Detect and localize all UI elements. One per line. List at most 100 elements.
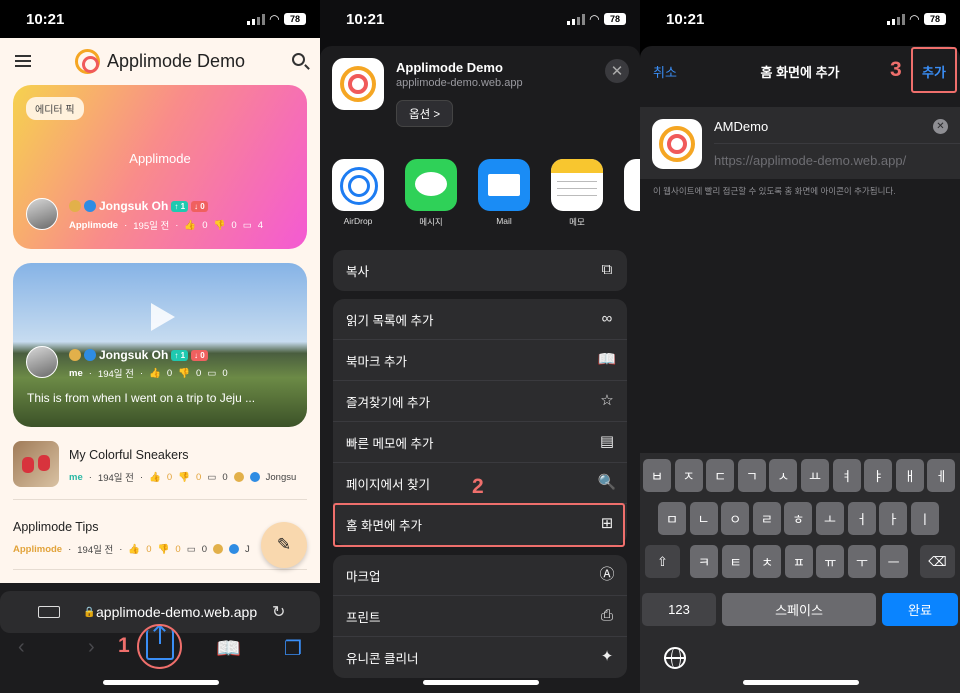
add-button-highlight — [911, 47, 957, 93]
play-icon[interactable] — [151, 303, 175, 331]
home-indicator — [743, 680, 859, 685]
bookmarks-icon[interactable]: 📖 — [216, 636, 241, 661]
key[interactable]: ㅕ — [832, 459, 861, 492]
menu-item-favorites[interactable]: 즐겨찾기에 추가 ☆ — [333, 381, 627, 422]
key[interactable]: ㅈ — [674, 459, 703, 492]
post-title[interactable]: My Colorful Sneakers — [69, 448, 189, 462]
key[interactable]: ㅔ — [927, 459, 956, 492]
status-bar: 10:21 ◠ 78 — [640, 0, 960, 38]
key[interactable]: ㅂ — [643, 459, 671, 492]
divider — [714, 143, 960, 144]
editor-pick-badge: 에디터 픽 — [26, 97, 84, 120]
key[interactable]: ㅁ — [658, 502, 686, 535]
forward-icon[interactable]: › — [88, 636, 95, 659]
post-age: 194일 전 — [77, 545, 114, 556]
featured-post-card[interactable]: 에디터 픽 Applimode Jongsuk Oh ↑ 1 ↓ 0 Appli… — [13, 85, 307, 249]
status-bar: 10:21 ◠ 78 — [320, 0, 640, 38]
menu-item-copy[interactable]: 복사 ⧉ — [333, 250, 627, 291]
key[interactable]: ㅡ — [879, 545, 908, 578]
like-icon: 👍 — [128, 543, 141, 555]
dislike-icon: 👎 — [178, 471, 191, 483]
key[interactable]: ㄹ — [752, 502, 781, 535]
done-key[interactable]: 완료 — [882, 593, 958, 626]
key[interactable]: ㄷ — [706, 459, 735, 492]
verified-icon — [249, 472, 260, 482]
status-time: 10:21 — [346, 10, 385, 28]
share-app-messages[interactable]: 메시지 — [405, 159, 457, 228]
options-button[interactable]: 옵션 > — [396, 100, 454, 127]
dislike-icon: 👎 — [178, 367, 191, 379]
share-highlight-ring — [137, 624, 182, 669]
post-author[interactable]: Jongsuk Oh ↑ 1 ↓ 0 — [69, 348, 208, 362]
menu-item-unicorn-cleaner[interactable]: 유니콘 클리너 ✦ — [333, 637, 627, 678]
key[interactable]: ㅏ — [879, 502, 908, 535]
key[interactable]: ㅠ — [816, 545, 845, 578]
numbers-key[interactable]: 123 — [642, 593, 716, 626]
key[interactable]: ㅎ — [784, 502, 813, 535]
menu-item-bookmark[interactable]: 북마크 추가 📖 — [333, 340, 627, 381]
menu-item-reading-list[interactable]: 읽기 목록에 추가 ∞ — [333, 299, 627, 340]
menu-item-quick-note[interactable]: 빠른 메모에 추가 ▤ — [333, 422, 627, 463]
key[interactable]: ㅑ — [864, 459, 893, 492]
key[interactable]: ㅛ — [801, 459, 829, 492]
share-sheet: Applimode Demo applimode-demo.web.app 옵션… — [320, 46, 640, 693]
avatar[interactable] — [26, 198, 58, 230]
page-menu-icon[interactable] — [38, 606, 60, 618]
menu-item-print[interactable]: 프린트 ⎙ — [333, 596, 627, 637]
clear-icon[interactable]: ✕ — [933, 119, 948, 134]
signal-icon — [566, 13, 585, 25]
avatar[interactable] — [26, 346, 58, 378]
delete-key[interactable]: ⌫ — [920, 545, 955, 578]
key[interactable]: ㅌ — [721, 545, 750, 578]
comment-icon: ▭ — [242, 219, 252, 231]
share-app-mail[interactable]: Mail — [478, 159, 530, 228]
dislike-count: 0 — [196, 471, 202, 483]
space-key[interactable]: 스페이스 — [722, 593, 876, 626]
like-count: 0 — [202, 219, 208, 231]
share-app-notes[interactable]: 메모 — [551, 159, 603, 228]
menu-icon[interactable] — [15, 55, 31, 67]
key[interactable]: ㅣ — [910, 502, 939, 535]
step-number: 3 — [890, 58, 902, 81]
find-icon: 🔍 — [597, 474, 617, 491]
menu-item-markup[interactable]: 마크업 Ⓐ — [333, 555, 627, 596]
step-number: 1 — [118, 634, 130, 657]
post-thumbnail[interactable] — [13, 441, 59, 487]
key[interactable]: ㄱ — [737, 459, 766, 492]
key[interactable]: ㅓ — [847, 502, 876, 535]
shift-key[interactable]: ⇧ — [645, 545, 680, 578]
dislike-count: 0 — [196, 367, 202, 379]
comment-count: 0 — [222, 471, 228, 483]
verified-icon — [84, 349, 96, 361]
post-meta: Applimode · 194일 전 · 👍 0 👎 0 ▭ 0 J — [13, 543, 250, 557]
like-icon: 👍 — [184, 219, 197, 231]
reload-icon[interactable]: ↻ — [272, 602, 285, 622]
key[interactable]: ㅇ — [721, 502, 750, 535]
post-title[interactable]: Applimode Tips — [13, 520, 98, 534]
post-author[interactable]: Jongsuk Oh ↑ 1 ↓ 0 — [69, 199, 208, 213]
key[interactable]: ㅋ — [690, 545, 718, 578]
url-field: https://applimode-demo.web.app/ — [714, 153, 907, 168]
search-icon[interactable] — [292, 53, 305, 66]
share-app-more[interactable]: 미 — [624, 159, 640, 228]
key[interactable]: ㅜ — [848, 545, 876, 578]
key[interactable]: ㅅ — [769, 459, 798, 492]
action-group-copy: 복사 ⧉ — [333, 250, 627, 291]
key[interactable]: ㅐ — [895, 459, 924, 492]
key[interactable]: ㅊ — [753, 545, 782, 578]
write-post-button[interactable]: ✎ — [261, 522, 307, 568]
video-post-card[interactable]: Jongsuk Oh ↑ 1 ↓ 0 me · 194일 전 · 👍 0 👎 0 ▭ 0 … — [13, 263, 307, 427]
verified-icon — [84, 200, 96, 212]
close-icon[interactable]: ✕ — [605, 59, 629, 83]
messages-icon — [405, 159, 457, 211]
share-app-airdrop[interactable]: AirDrop — [332, 159, 384, 228]
key[interactable]: ㄴ — [689, 502, 718, 535]
back-icon[interactable]: ‹ — [18, 636, 25, 659]
globe-icon[interactable] — [664, 647, 686, 669]
name-field[interactable]: AMDemo — [714, 119, 768, 134]
gold-badge-icon — [69, 200, 81, 212]
key[interactable]: ㅍ — [784, 545, 813, 578]
post-meta: me · 194일 전 · 👍 0 👎 0 ▭ 0 Jongsu — [69, 471, 297, 485]
tabs-icon[interactable]: ❐ — [284, 636, 302, 661]
key[interactable]: ㅗ — [816, 502, 844, 535]
